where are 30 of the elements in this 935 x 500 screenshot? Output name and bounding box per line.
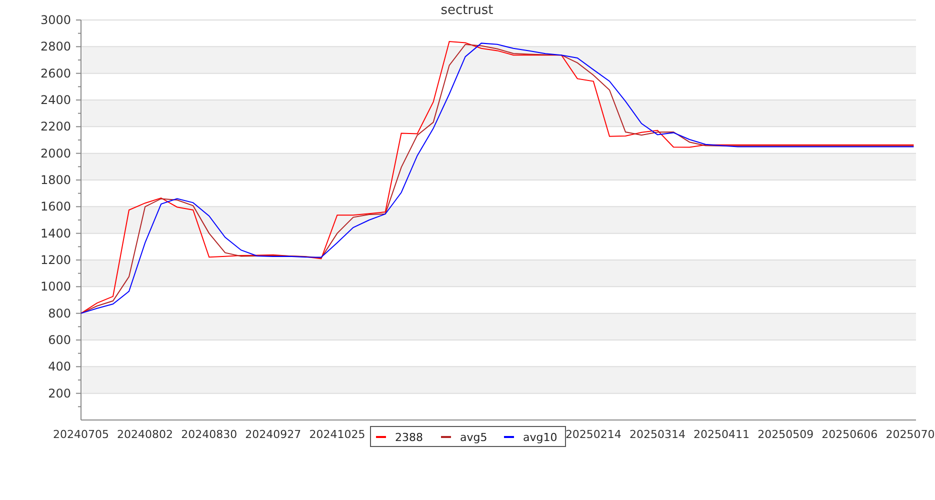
x-tick-label: 20240927: [245, 428, 302, 441]
x-tick-label: 20250509: [758, 428, 814, 441]
y-tick-label: 2000: [40, 146, 71, 160]
y-tick-label: 1400: [40, 226, 71, 240]
x-tick-label: 20240830: [181, 428, 238, 441]
x-tick-label: 20250314: [630, 428, 686, 441]
x-tick-label: 20250606: [822, 428, 878, 441]
y-tick-label: 2400: [40, 93, 71, 107]
x-tick-label: 2025070: [886, 428, 935, 441]
y-tick-label: 600: [48, 333, 71, 347]
x-tick-label: 20250214: [565, 428, 622, 441]
legend-label: avg5: [460, 431, 488, 444]
x-tick-label: 20241025: [309, 428, 366, 441]
legend-label: avg10: [523, 431, 558, 444]
y-tick-label: 1600: [40, 200, 71, 214]
y-tick-label: 3000: [40, 13, 71, 27]
y-tick-label: 400: [48, 360, 71, 374]
y-tick-label: 800: [48, 306, 71, 320]
y-tick-label: 2600: [40, 66, 71, 80]
legend-label: 2388: [395, 431, 423, 444]
y-tick-label: 1000: [40, 280, 71, 294]
y-tick-label: 200: [48, 386, 71, 400]
x-tick-label: 20240802: [117, 428, 174, 441]
x-tick-label: 20250411: [694, 428, 750, 441]
y-tick-label: 2200: [40, 120, 71, 134]
y-tick-label: 1800: [40, 173, 71, 187]
x-tick-label: 20240705: [53, 428, 109, 441]
y-tick-label: 1200: [40, 253, 71, 267]
y-tick-label: 2800: [40, 40, 71, 54]
chart-title: sectrust: [440, 3, 494, 18]
